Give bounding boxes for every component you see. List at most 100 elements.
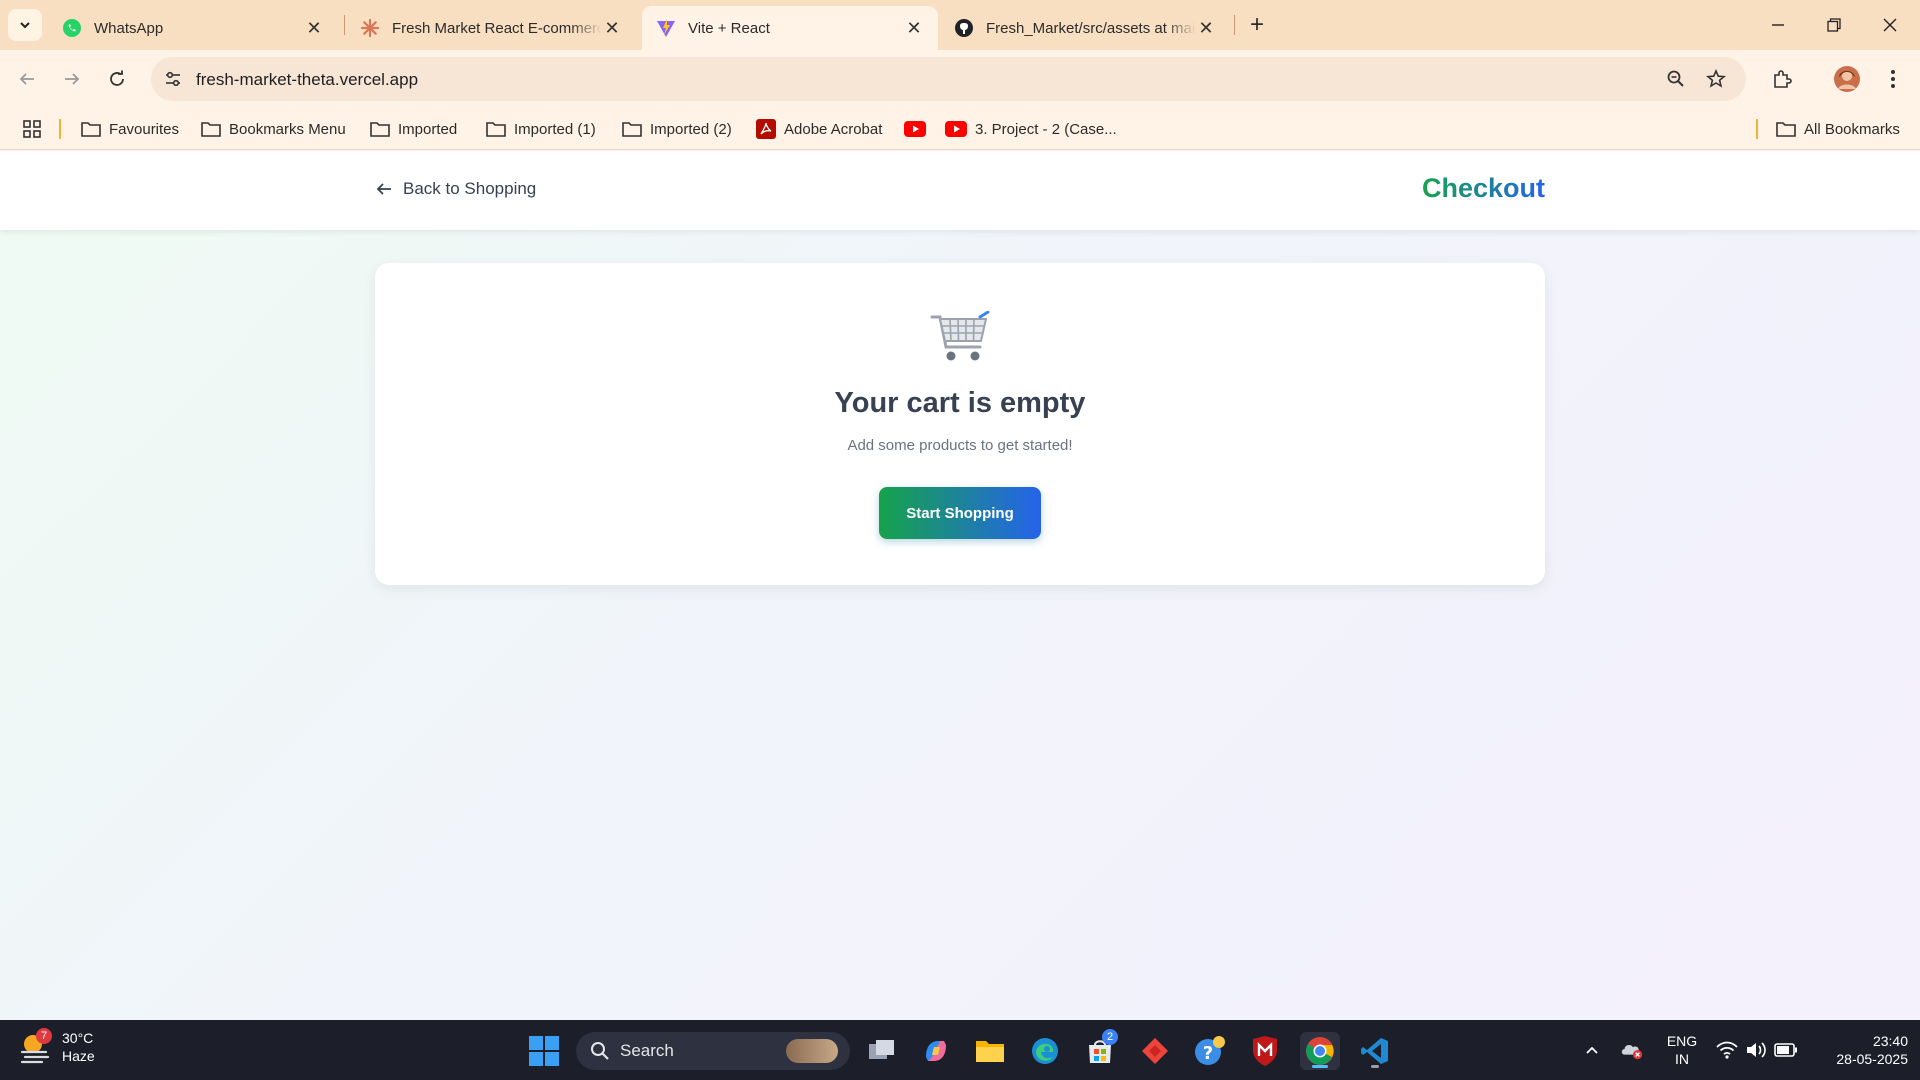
- profile-avatar[interactable]: [1830, 62, 1864, 96]
- tab-vite-react[interactable]: Vite + React ✕: [642, 6, 938, 50]
- checkout-header: Back to Shopping Checkout: [0, 151, 1920, 230]
- empty-cart-subtitle: Add some products to get started!: [847, 437, 1073, 454]
- tab-title: WhatsApp: [94, 19, 164, 37]
- windows-start-icon[interactable]: [528, 1035, 560, 1067]
- address-bar[interactable]: fresh-market-theta.vercel.app: [151, 57, 1746, 101]
- bookmark-favourites[interactable]: Favourites: [81, 116, 179, 142]
- bookmark-imported-1[interactable]: Imported (1): [486, 116, 596, 142]
- speaker-icon: [1747, 1042, 1766, 1058]
- vscode-button[interactable]: [1355, 1032, 1395, 1070]
- reload-button[interactable]: [100, 62, 134, 96]
- store-badge: 2: [1102, 1029, 1118, 1045]
- tab-divider: [1234, 15, 1235, 35]
- copilot-icon: [926, 1041, 946, 1061]
- copilot-button[interactable]: [916, 1032, 956, 1070]
- weather-temperature: 30°C: [62, 1030, 94, 1046]
- close-icon[interactable]: ✕: [304, 18, 324, 38]
- show-hidden-icons-button[interactable]: [1580, 1038, 1604, 1062]
- back-label: Back to Shopping: [403, 179, 537, 198]
- restore-icon: [1827, 18, 1841, 32]
- close-window-button[interactable]: [1862, 0, 1918, 50]
- shopping-cart-icon: [930, 311, 990, 361]
- folder-icon: [370, 121, 390, 137]
- bookmark-adobe-acrobat[interactable]: Adobe Acrobat: [756, 116, 882, 142]
- close-icon[interactable]: ✕: [1196, 18, 1216, 38]
- folder-icon: [486, 121, 506, 137]
- chrome-button[interactable]: [1300, 1032, 1340, 1070]
- vscode-icon: [1361, 1038, 1388, 1064]
- wifi-status[interactable]: [1715, 1038, 1739, 1062]
- bookmark-label: Adobe Acrobat: [784, 120, 883, 138]
- all-bookmarks[interactable]: All Bookmarks: [1776, 116, 1900, 142]
- language-indicator[interactable]: ENG IN: [1662, 1032, 1702, 1068]
- bookmark-bookmarks-menu[interactable]: Bookmarks Menu: [201, 116, 346, 142]
- back-button[interactable]: [10, 62, 44, 96]
- zoom-icon[interactable]: [1664, 67, 1688, 91]
- tab-whatsapp[interactable]: WhatsApp ✕: [48, 6, 338, 50]
- windows-taskbar: 7 30°C Haze Search 2 ? ENG IN 23:40 28-0…: [0, 1020, 1920, 1080]
- minimize-button[interactable]: [1750, 0, 1806, 50]
- get-help-button[interactable]: ?: [1190, 1032, 1230, 1070]
- wifi-icon: [1716, 1041, 1738, 1059]
- new-tab-button[interactable]: +: [1243, 11, 1271, 39]
- tab-title: Fresh_Market/src/assets at main: [986, 19, 1196, 37]
- bookmark-imported-2[interactable]: Imported (2): [622, 116, 732, 142]
- page-viewport: Back to Shopping Checkout Your cart is e…: [0, 151, 1920, 1020]
- extensions-button[interactable]: [1765, 62, 1799, 96]
- apps-button[interactable]: [22, 116, 42, 142]
- tab-search-button[interactable]: [8, 9, 42, 41]
- bookmark-project-2[interactable]: 3. Project - 2 (Case...: [945, 116, 1117, 142]
- url-text[interactable]: fresh-market-theta.vercel.app: [196, 70, 418, 90]
- bookmark-divider: [59, 119, 61, 139]
- reload-icon: [110, 70, 124, 86]
- taskbar-search[interactable]: Search: [576, 1032, 850, 1070]
- arrow-left-icon: [375, 180, 393, 198]
- bookmark-imported[interactable]: Imported: [370, 116, 457, 142]
- acrobat-icon: [756, 119, 776, 139]
- back-to-shopping-link[interactable]: Back to Shopping: [375, 179, 536, 199]
- arrow-left-icon: [19, 73, 34, 85]
- volume-status[interactable]: [1744, 1038, 1768, 1062]
- battery-status[interactable]: [1774, 1038, 1798, 1062]
- browser-toolbar: fresh-market-theta.vercel.app: [0, 50, 1920, 108]
- bookmark-label: All Bookmarks: [1804, 120, 1900, 138]
- arrow-right-icon: [65, 73, 80, 85]
- active-app-indicator: [1312, 1065, 1328, 1068]
- microsoft-store-button[interactable]: 2: [1080, 1029, 1120, 1070]
- more-vertical-icon: [1891, 70, 1895, 88]
- tab-fresh-market-claude[interactable]: Fresh Market React E-commerce ✕: [346, 6, 636, 50]
- star-icon[interactable]: [1704, 67, 1728, 91]
- weather-widget[interactable]: 7 30°C Haze: [18, 1028, 95, 1065]
- search-highlight-image: [786, 1039, 838, 1063]
- file-explorer-button[interactable]: [970, 1032, 1010, 1070]
- weather-description: Haze: [62, 1048, 95, 1064]
- diamond-app-icon: [1142, 1038, 1168, 1064]
- cloud-error-icon: [1621, 1044, 1643, 1060]
- vite-icon: [656, 18, 676, 38]
- language-code: ENG: [1666, 1033, 1698, 1049]
- github-icon: [954, 18, 974, 38]
- start-shopping-button[interactable]: Start Shopping: [879, 487, 1041, 539]
- site-info-icon[interactable]: [161, 67, 185, 91]
- bookmark-label: Imported (1): [514, 120, 596, 138]
- menu-button[interactable]: [1876, 62, 1910, 96]
- onedrive-status[interactable]: [1620, 1038, 1644, 1062]
- whatsapp-icon: [62, 18, 82, 38]
- forward-button[interactable]: [55, 62, 89, 96]
- anydesk-button[interactable]: [1135, 1032, 1175, 1070]
- restore-button[interactable]: [1806, 0, 1862, 50]
- bookmark-divider: [1756, 119, 1758, 139]
- tab-divider: [344, 15, 345, 35]
- clock[interactable]: 23:40 28-05-2025: [1812, 1032, 1908, 1068]
- close-icon[interactable]: ✕: [904, 18, 924, 38]
- tab-github[interactable]: Fresh_Market/src/assets at main ✕: [940, 6, 1230, 50]
- task-view-button[interactable]: [862, 1032, 902, 1070]
- search-icon: [590, 1041, 610, 1061]
- weather-badge: 7: [36, 1028, 52, 1044]
- close-icon[interactable]: ✕: [602, 18, 622, 38]
- mcafee-button[interactable]: [1245, 1032, 1285, 1070]
- edge-icon: [1032, 1038, 1058, 1064]
- edge-button[interactable]: [1025, 1032, 1065, 1070]
- page-title: Checkout: [1421, 173, 1545, 203]
- bookmark-youtube[interactable]: [904, 116, 934, 142]
